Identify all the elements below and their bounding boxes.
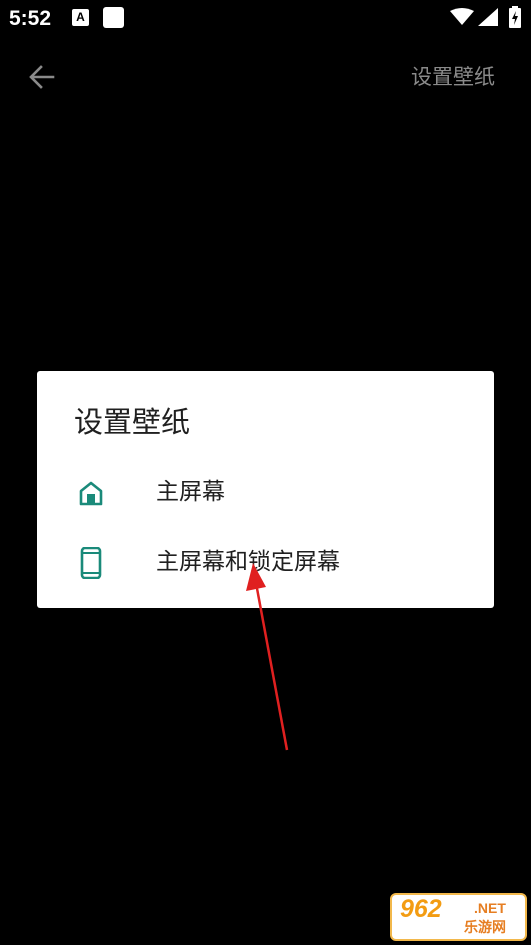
option-label: 主屏幕 (156, 479, 225, 505)
watermark-suffix: .NET (474, 900, 506, 916)
option-home-screen[interactable]: 主屏幕 (37, 459, 494, 525)
back-arrow-icon[interactable] (27, 62, 57, 92)
status-bar: 5:52 A (0, 0, 531, 38)
battery-charging-icon (509, 6, 521, 28)
watermark-brand: 962 (400, 895, 442, 923)
toolbar-title: 设置壁纸 (411, 65, 495, 89)
watermark-sub: 乐游网 (464, 920, 506, 936)
dialog-title: 设置壁纸 (74, 405, 191, 439)
wifi-icon (450, 8, 474, 25)
screen: 5:52 A 设置壁纸 设置壁纸 主屏幕 主屏幕和锁定屏幕 962 .NET 乐… (0, 0, 531, 945)
phone-icon (80, 547, 102, 579)
notification-a-icon: A (72, 9, 89, 26)
annotation-arrow (246, 563, 289, 751)
status-time: 5:52 (9, 7, 52, 30)
signal-icon (478, 8, 498, 26)
notification-square-icon (103, 7, 124, 28)
home-icon (79, 481, 103, 506)
watermark-logo: 962 .NET 乐游网 (390, 893, 527, 941)
